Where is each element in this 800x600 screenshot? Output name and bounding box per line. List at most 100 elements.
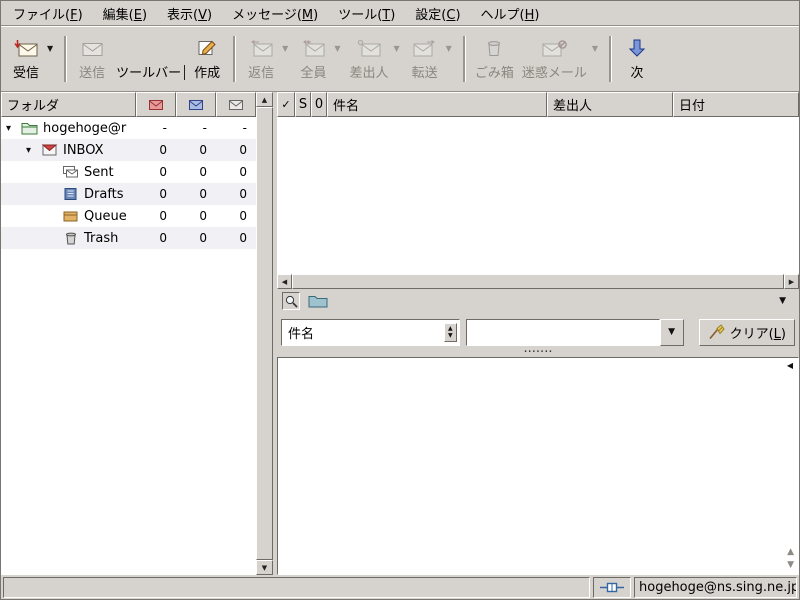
main-area: フォルダ ▾ hogehoge@r - - - ▾ INBOX 0 0 0 Se… bbox=[1, 92, 799, 575]
status-column-header[interactable]: S bbox=[295, 92, 311, 117]
menu-tools[interactable]: ツール(T) bbox=[328, 1, 405, 26]
status-bar: hogehoge@ns.sing.ne.jp bbox=[1, 575, 799, 599]
total-count: 0 bbox=[239, 187, 247, 201]
folder-label: Queue bbox=[84, 208, 127, 224]
next-label: 次 bbox=[630, 66, 644, 81]
unread-count: 0 bbox=[199, 143, 207, 157]
menu-file[interactable]: ファイル(F) bbox=[3, 1, 93, 26]
message-list-hscrollbar[interactable]: ◀ ▶ bbox=[277, 274, 799, 289]
connection-icon bbox=[600, 582, 624, 593]
reply-all-button[interactable]: 全員 ▼ bbox=[293, 30, 345, 88]
message-pane: ✓ S 0 件名 差出人 日付 ◀ ▶ ▼ 件名 ▲ ▼ ▼ クリア(L) ··… bbox=[277, 92, 799, 575]
total-count: 0 bbox=[239, 231, 247, 245]
attachment-column-header[interactable]: 0 bbox=[311, 92, 327, 117]
folder-row-queue[interactable]: Queue 0 0 0 bbox=[1, 205, 256, 227]
receive-label: 受信 bbox=[12, 66, 39, 81]
junk-dropdown-arrow-icon[interactable]: ▼ bbox=[592, 44, 598, 53]
total-count-column-header[interactable] bbox=[216, 92, 256, 117]
message-list-body bbox=[277, 117, 799, 274]
menu-bar: ファイル(F) 編集(E) 表示(V) メッセージ(M) ツール(T) 設定(C… bbox=[1, 1, 799, 26]
folder-row-inbox[interactable]: ▾ INBOX 0 0 0 bbox=[1, 139, 256, 161]
reply-sender-button[interactable]: 差出人 ▼ bbox=[345, 30, 404, 88]
trash-button[interactable]: ごみ箱 bbox=[471, 30, 518, 88]
folder-column-header[interactable]: フォルダ bbox=[1, 92, 136, 117]
reply-sender-dropdown-arrow-icon[interactable]: ▼ bbox=[394, 44, 400, 53]
junk-mail-icon bbox=[542, 37, 567, 57]
reply-all-icon bbox=[301, 37, 325, 57]
search-folder-button[interactable] bbox=[308, 294, 328, 308]
scroll-up-icon[interactable]: ▲ bbox=[787, 548, 794, 557]
folder-row-trash[interactable]: Trash 0 0 0 bbox=[1, 227, 256, 249]
search-icon bbox=[285, 295, 298, 308]
search-input[interactable] bbox=[465, 318, 660, 346]
forward-dropdown-arrow-icon[interactable]: ▼ bbox=[446, 44, 452, 53]
clear-label: クリア(L) bbox=[729, 326, 786, 342]
search-field-selector[interactable]: 件名 ▲ ▼ bbox=[281, 318, 460, 346]
scroll-down-icon[interactable]: ▼ bbox=[787, 561, 794, 570]
inbox-icon bbox=[41, 143, 58, 157]
scrollbar-thumb[interactable] bbox=[256, 107, 273, 560]
toolbar-separator bbox=[233, 36, 236, 82]
receive-button[interactable]: 受信 ▼ bbox=[6, 30, 58, 88]
receive-dropdown-arrow-icon[interactable]: ▼ bbox=[47, 44, 53, 53]
total-mail-icon bbox=[229, 99, 243, 110]
menu-message[interactable]: メッセージ(M) bbox=[222, 1, 328, 26]
reply-button[interactable]: 返信 ▼ bbox=[241, 30, 293, 88]
forward-button[interactable]: 転送 ▼ bbox=[405, 30, 457, 88]
toolbar-separator bbox=[462, 36, 465, 82]
unread-count: 0 bbox=[199, 165, 207, 179]
junk-mail-button[interactable]: 迷惑メール ▼ bbox=[518, 30, 603, 88]
folder-row-drafts[interactable]: Drafts 0 0 0 bbox=[1, 183, 256, 205]
quick-search-toggle-row: ▼ bbox=[277, 289, 799, 313]
clear-button[interactable]: クリア(L) bbox=[698, 318, 795, 346]
search-button[interactable] bbox=[282, 292, 300, 310]
compose-button[interactable]: 作成 bbox=[187, 30, 227, 88]
scroll-up-icon[interactable]: ▲ bbox=[256, 92, 273, 107]
mime-toggle-icon[interactable]: ◀ bbox=[787, 361, 793, 370]
mail-send-icon bbox=[81, 37, 104, 57]
compose-label: 作成 bbox=[194, 66, 221, 81]
menu-view[interactable]: 表示(V) bbox=[157, 1, 222, 26]
reply-dropdown-arrow-icon[interactable]: ▼ bbox=[282, 44, 288, 53]
menu-configuration[interactable]: 設定(C) bbox=[405, 1, 470, 26]
folder-label: INBOX bbox=[63, 142, 104, 158]
search-history-dropdown-button[interactable]: ▼ bbox=[659, 318, 684, 346]
unread-count: 0 bbox=[199, 231, 207, 245]
scroll-right-icon[interactable]: ▶ bbox=[784, 274, 799, 289]
menu-help[interactable]: ヘルプ(H) bbox=[471, 1, 550, 26]
new-count-column-header[interactable] bbox=[136, 92, 176, 117]
scroll-down-icon[interactable]: ▼ bbox=[256, 560, 273, 575]
expander-icon[interactable]: ▾ bbox=[6, 123, 21, 134]
combo-spinner[interactable]: ▲ ▼ bbox=[443, 322, 457, 342]
folder-label: Drafts bbox=[84, 186, 124, 202]
scrollbar-thumb[interactable] bbox=[292, 274, 784, 289]
send-button[interactable]: 送信 bbox=[72, 30, 112, 88]
folder-pane-scrollbar[interactable]: ▲ ▼ bbox=[256, 92, 273, 575]
unread-count-column-header[interactable] bbox=[176, 92, 216, 117]
junk-mail-label: 迷惑メール bbox=[521, 66, 587, 81]
subject-column-header[interactable]: 件名 bbox=[327, 92, 547, 117]
forward-label: 転送 bbox=[411, 66, 438, 81]
account-folder-icon bbox=[21, 121, 38, 135]
from-column-header[interactable]: 差出人 bbox=[547, 92, 673, 117]
new-count: 0 bbox=[159, 209, 167, 223]
connection-indicator[interactable] bbox=[593, 576, 631, 598]
folder-row-account[interactable]: ▾ hogehoge@r - - - bbox=[1, 117, 256, 139]
message-view-scrollbar[interactable]: ▲ ▼ bbox=[787, 548, 794, 570]
next-arrow-icon bbox=[629, 37, 645, 57]
total-count: 0 bbox=[239, 143, 247, 157]
date-column-header[interactable]: 日付 bbox=[673, 92, 799, 117]
expander-icon[interactable]: ▾ bbox=[26, 145, 41, 156]
scroll-left-icon[interactable]: ◀ bbox=[277, 274, 292, 289]
next-button[interactable]: 次 bbox=[617, 30, 657, 88]
menu-edit[interactable]: 編集(E) bbox=[93, 1, 157, 26]
folder-icon bbox=[308, 294, 328, 308]
reply-all-dropdown-arrow-icon[interactable]: ▼ bbox=[334, 44, 340, 53]
reply-all-label: 全員 bbox=[300, 66, 327, 81]
chevron-down-icon[interactable]: ▼ bbox=[779, 296, 794, 306]
message-list-header: ✓ S 0 件名 差出人 日付 bbox=[277, 92, 799, 117]
folder-row-sent[interactable]: Sent 0 0 0 bbox=[1, 161, 256, 183]
reply-label: 返信 bbox=[248, 66, 275, 81]
mark-column-header[interactable]: ✓ bbox=[277, 92, 295, 117]
trash-icon bbox=[485, 37, 503, 57]
